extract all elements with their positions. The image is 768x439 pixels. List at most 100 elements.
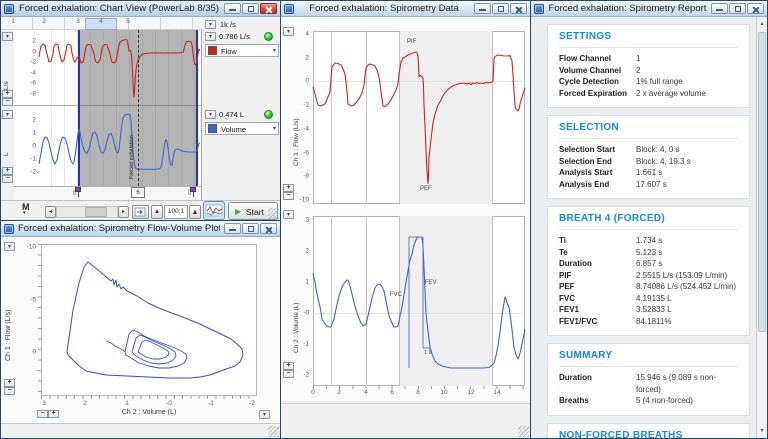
report-row-label: Volume Channel <box>559 65 636 77</box>
zoom-out-icon[interactable]: − <box>4 387 15 395</box>
comment-number-box[interactable]: 6 <box>131 187 145 198</box>
resize-grip[interactable] <box>518 426 529 437</box>
resize-grip[interactable] <box>268 426 279 437</box>
time-axis[interactable] <box>14 186 201 200</box>
report-row-value: 5 (4 non-forced) <box>636 395 693 407</box>
channel2-unit-label: L <box>3 136 10 156</box>
zoom-in-icon[interactable]: + <box>2 167 13 175</box>
title-bar[interactable]: Forced exhalation: Chart View (PowerLab … <box>1 1 280 17</box>
chevron-down-icon: ▾ <box>273 125 276 132</box>
report-row: Selection StartBlock: 4, 0 s <box>559 144 738 156</box>
report-row: FEV1/FVC84.1811% <box>559 316 738 328</box>
window-buttons <box>224 223 277 234</box>
report-row-label: Breaths <box>559 395 636 407</box>
report-row-value: Block: 4, 0 s <box>636 144 680 156</box>
report-row-label: Te <box>559 247 636 259</box>
resize-grip[interactable] <box>268 208 279 219</box>
sample-rate-value[interactable]: 1k /s <box>220 20 236 29</box>
channel1-live-value[interactable]: 0.786 L/s <box>219 32 250 41</box>
axis-tick-label: 0 <box>32 349 36 356</box>
scroll-left-icon[interactable]: ◂ <box>45 206 56 218</box>
close-icon[interactable] <box>747 3 764 14</box>
report-row: Analysis Start1.661 s <box>559 167 738 179</box>
scale-dropdown-icon[interactable]: ▾ <box>2 32 13 41</box>
scrollbar-thumb[interactable] <box>758 32 766 332</box>
report-row: PIF2.5515 L/s (153.09 L/min) <box>559 270 738 282</box>
report-sections: SETTINGSFlow Channel1Volume Channel2Cycl… <box>531 17 756 439</box>
minimize-icon[interactable] <box>711 3 728 14</box>
minimize-icon[interactable] <box>224 223 241 234</box>
report-row-value: 3.52833 L <box>636 304 672 316</box>
breath-boundary-gridline <box>492 216 493 386</box>
compress-left-icon[interactable]: ▲ <box>151 205 163 219</box>
scroll-down-icon[interactable]: ▾ <box>757 425 767 437</box>
report-row: FEV13.52833 L <box>559 304 738 316</box>
report-section: SELECTIONSelection StartBlock: 4, 0 sSel… <box>547 115 750 199</box>
block-number: 2 <box>42 18 46 25</box>
report-row-label: Ti <box>559 235 636 247</box>
channel1-selector[interactable]: Flow ▾ <box>205 44 279 57</box>
scale-dropdown-icon[interactable]: ▾ <box>2 110 13 119</box>
report-row: Selection EndBlock: 4, 19.3 s <box>559 156 738 168</box>
title-bar[interactable]: Forced exhalation: Spirometry Data <box>281 1 530 17</box>
go-to-end-button[interactable] <box>132 205 149 219</box>
marker-arrow-icon: ▾ <box>23 210 26 216</box>
report-section-header: SUMMARY <box>559 350 738 367</box>
app-icon <box>4 4 14 14</box>
axis-tick-label: 2 <box>305 248 309 255</box>
zoom-out-icon[interactable]: − <box>37 410 48 418</box>
chevron-down-icon: ▾ <box>273 47 276 54</box>
minimize-icon[interactable] <box>474 3 491 14</box>
channel2-selector[interactable]: Volume ▾ <box>205 122 279 135</box>
scroll-right-icon[interactable]: ▸ <box>118 206 129 218</box>
close-icon[interactable] <box>510 3 527 14</box>
range-dropdown-icon[interactable]: ▾ <box>205 32 216 41</box>
zoom-in-icon[interactable]: + <box>48 410 59 418</box>
comment-cursor-line[interactable] <box>138 30 139 186</box>
close-icon[interactable] <box>260 3 277 14</box>
range-dropdown-icon[interactable]: ▾ <box>205 110 216 119</box>
title-bar[interactable]: Forced exhalation: Spirometry Flow-Volum… <box>1 221 280 237</box>
scrollbar-thumb[interactable] <box>85 207 107 217</box>
title-bar[interactable]: Forced exhalation: Spirometry Report <box>531 1 767 17</box>
breath-boundary-gridline <box>366 216 367 386</box>
zoom-in-icon[interactable]: + <box>4 379 15 387</box>
report-row-label: Selection Start <box>559 144 636 156</box>
breath-boundary-gridline <box>399 216 400 386</box>
axis-dropdown-icon[interactable]: ▾ <box>259 410 270 419</box>
minimize-icon[interactable] <box>224 3 241 14</box>
flow-volume-plot-area[interactable] <box>41 244 257 396</box>
rate-dropdown-icon[interactable]: ▾ <box>205 20 216 29</box>
zoom-out-icon[interactable]: − <box>2 175 13 183</box>
axis-tick-label: -1 <box>303 341 309 348</box>
breath-boundary-gridline <box>399 31 400 204</box>
analysis-selection-region[interactable] <box>399 216 492 386</box>
zoom-out-icon[interactable]: − <box>283 370 294 378</box>
report-row-value: 2.5515 L/s (153.09 L/min) <box>636 270 727 282</box>
restore-icon[interactable] <box>242 223 259 234</box>
zoom-in-icon[interactable]: + <box>2 90 13 98</box>
restore-icon[interactable] <box>492 3 509 14</box>
channel2-live-value[interactable]: 0.474 L <box>219 110 244 119</box>
report-row-value: 15.946 s (9.089 s non-forced) <box>636 372 738 395</box>
restore-icon[interactable] <box>729 3 746 14</box>
compress-right-icon[interactable]: ▲ <box>189 205 201 219</box>
report-row: Analysis End17.607 s <box>559 179 738 191</box>
channel2-color-swatch <box>208 124 217 133</box>
play-icon: ▶ <box>235 207 241 216</box>
restore-icon[interactable] <box>242 3 259 14</box>
scroll-up-icon[interactable]: ▴ <box>757 18 767 30</box>
analysis-selection-region[interactable] <box>399 31 492 204</box>
zoom-in-icon[interactable]: + <box>283 362 294 370</box>
close-icon[interactable] <box>260 223 277 234</box>
axis-tick-label: 6 <box>390 389 394 396</box>
scope-view-button[interactable] <box>203 201 225 220</box>
compression-ratio[interactable]: 100:1 <box>164 205 188 219</box>
report-row-label: Selection End <box>559 156 636 168</box>
zoom-out-icon[interactable]: − <box>2 98 13 106</box>
axis-tick-label: 10 <box>440 389 447 396</box>
fev-annotation: FEV <box>425 280 437 286</box>
axis-dropdown-icon[interactable]: ▾ <box>4 242 15 251</box>
report-row-label: Cycle Detection <box>559 76 636 88</box>
report-row-label: FVC <box>559 293 636 305</box>
